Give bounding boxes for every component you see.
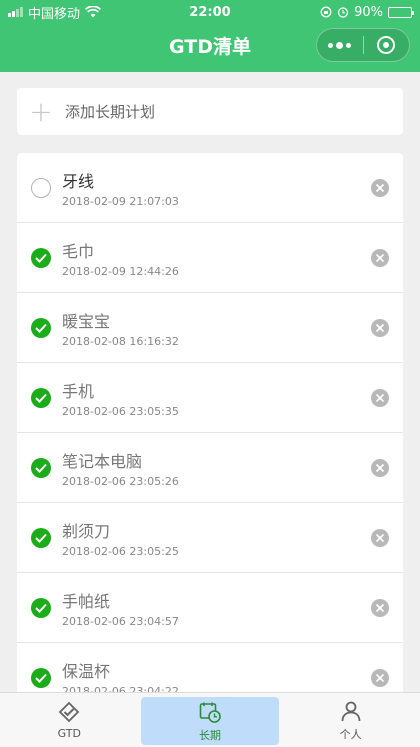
item-timestamp: 2018-02-06 23:04:57 xyxy=(62,615,179,628)
list-item[interactable]: 毛巾 2018-02-09 12:44:26 xyxy=(17,223,403,293)
item-timestamp: 2018-02-09 12:44:26 xyxy=(62,265,179,278)
list-item[interactable]: 暖宝宝 2018-02-08 16:16:32 xyxy=(17,293,403,363)
item-timestamp: 2018-02-06 23:05:25 xyxy=(62,545,179,558)
list-item[interactable]: 牙线 2018-02-09 21:07:03 xyxy=(17,153,403,223)
delete-icon[interactable] xyxy=(371,529,389,547)
close-mini-program-button[interactable] xyxy=(364,29,410,61)
target-icon xyxy=(377,36,396,54)
checked-icon[interactable] xyxy=(31,458,51,478)
gtd-icon xyxy=(59,701,80,723)
tab-personal-label: 个人 xyxy=(339,727,362,741)
item-timestamp: 2018-02-06 23:05:35 xyxy=(62,405,179,418)
item-title: 牙线 xyxy=(62,172,95,191)
item-title: 笔记本电脑 xyxy=(62,452,143,471)
delete-icon[interactable] xyxy=(371,599,389,617)
list-item[interactable]: 手机 2018-02-06 23:05:35 xyxy=(17,363,403,433)
tab-long-term-label: 长期 xyxy=(199,728,221,742)
delete-icon[interactable] xyxy=(371,669,389,687)
list-item[interactable]: 手帕纸 2018-02-06 23:04:57 xyxy=(17,573,403,643)
item-timestamp: 2018-02-08 16:16:32 xyxy=(62,335,179,348)
tab-personal[interactable]: 个人 xyxy=(281,693,420,747)
person-icon xyxy=(341,701,361,721)
calendar-clock-icon xyxy=(199,702,221,723)
checked-icon[interactable] xyxy=(31,388,51,408)
checked-icon[interactable] xyxy=(31,318,51,338)
delete-icon[interactable] xyxy=(371,319,389,337)
checked-icon[interactable] xyxy=(31,668,51,688)
status-left: 中国移动 xyxy=(8,3,102,22)
list-item[interactable]: 笔记本电脑 2018-02-06 23:05:26 xyxy=(17,433,403,503)
unchecked-circle-icon[interactable] xyxy=(31,178,51,198)
carrier-label: 中国移动 xyxy=(28,6,81,22)
checked-icon[interactable] xyxy=(31,598,51,618)
wifi-icon xyxy=(85,6,102,18)
item-title: 暖宝宝 xyxy=(62,312,111,331)
tab-bar: GTD 长期 个人 xyxy=(0,692,420,747)
item-timestamp: 2018-02-09 21:07:03 xyxy=(62,195,179,208)
status-bar: 中国移动 22:00 90% xyxy=(0,0,420,24)
checked-icon[interactable] xyxy=(31,528,51,548)
add-plan-label: 添加长期计划 xyxy=(65,103,156,121)
plus-icon: + xyxy=(29,94,53,128)
alarm-icon xyxy=(337,7,349,18)
delete-icon[interactable] xyxy=(371,389,389,407)
mini-program-capsule xyxy=(316,28,410,62)
add-plan-button[interactable]: + 添加长期计划 xyxy=(17,88,403,135)
tab-gtd[interactable]: GTD xyxy=(0,693,139,747)
item-title: 保温杯 xyxy=(62,662,111,681)
item-title: 剃须刀 xyxy=(62,522,111,541)
delete-icon[interactable] xyxy=(371,249,389,267)
tab-gtd-label: GTD xyxy=(57,727,81,740)
status-right: 90% xyxy=(320,4,414,20)
tab-long-term[interactable]: 长期 xyxy=(140,697,280,745)
delete-icon[interactable] xyxy=(371,459,389,477)
item-timestamp: 2018-02-06 23:05:26 xyxy=(62,475,179,488)
item-title: 毛巾 xyxy=(62,242,95,261)
battery-percent: 90% xyxy=(354,4,383,20)
signal-icon xyxy=(8,7,23,17)
item-title: 手机 xyxy=(62,382,95,401)
rotation-lock-icon xyxy=(320,6,332,18)
item-title: 手帕纸 xyxy=(62,592,111,611)
plan-list: 牙线 2018-02-09 21:07:03 毛巾 2018-02-09 12:44:… xyxy=(17,153,403,713)
nav-bar: GTD清单 xyxy=(0,24,420,72)
checked-icon[interactable] xyxy=(31,248,51,268)
delete-icon[interactable] xyxy=(371,179,389,197)
battery-icon xyxy=(388,6,414,18)
more-dots-icon xyxy=(328,41,352,49)
more-button[interactable] xyxy=(317,29,363,61)
list-item[interactable]: 剃须刀 2018-02-06 23:05:25 xyxy=(17,503,403,573)
